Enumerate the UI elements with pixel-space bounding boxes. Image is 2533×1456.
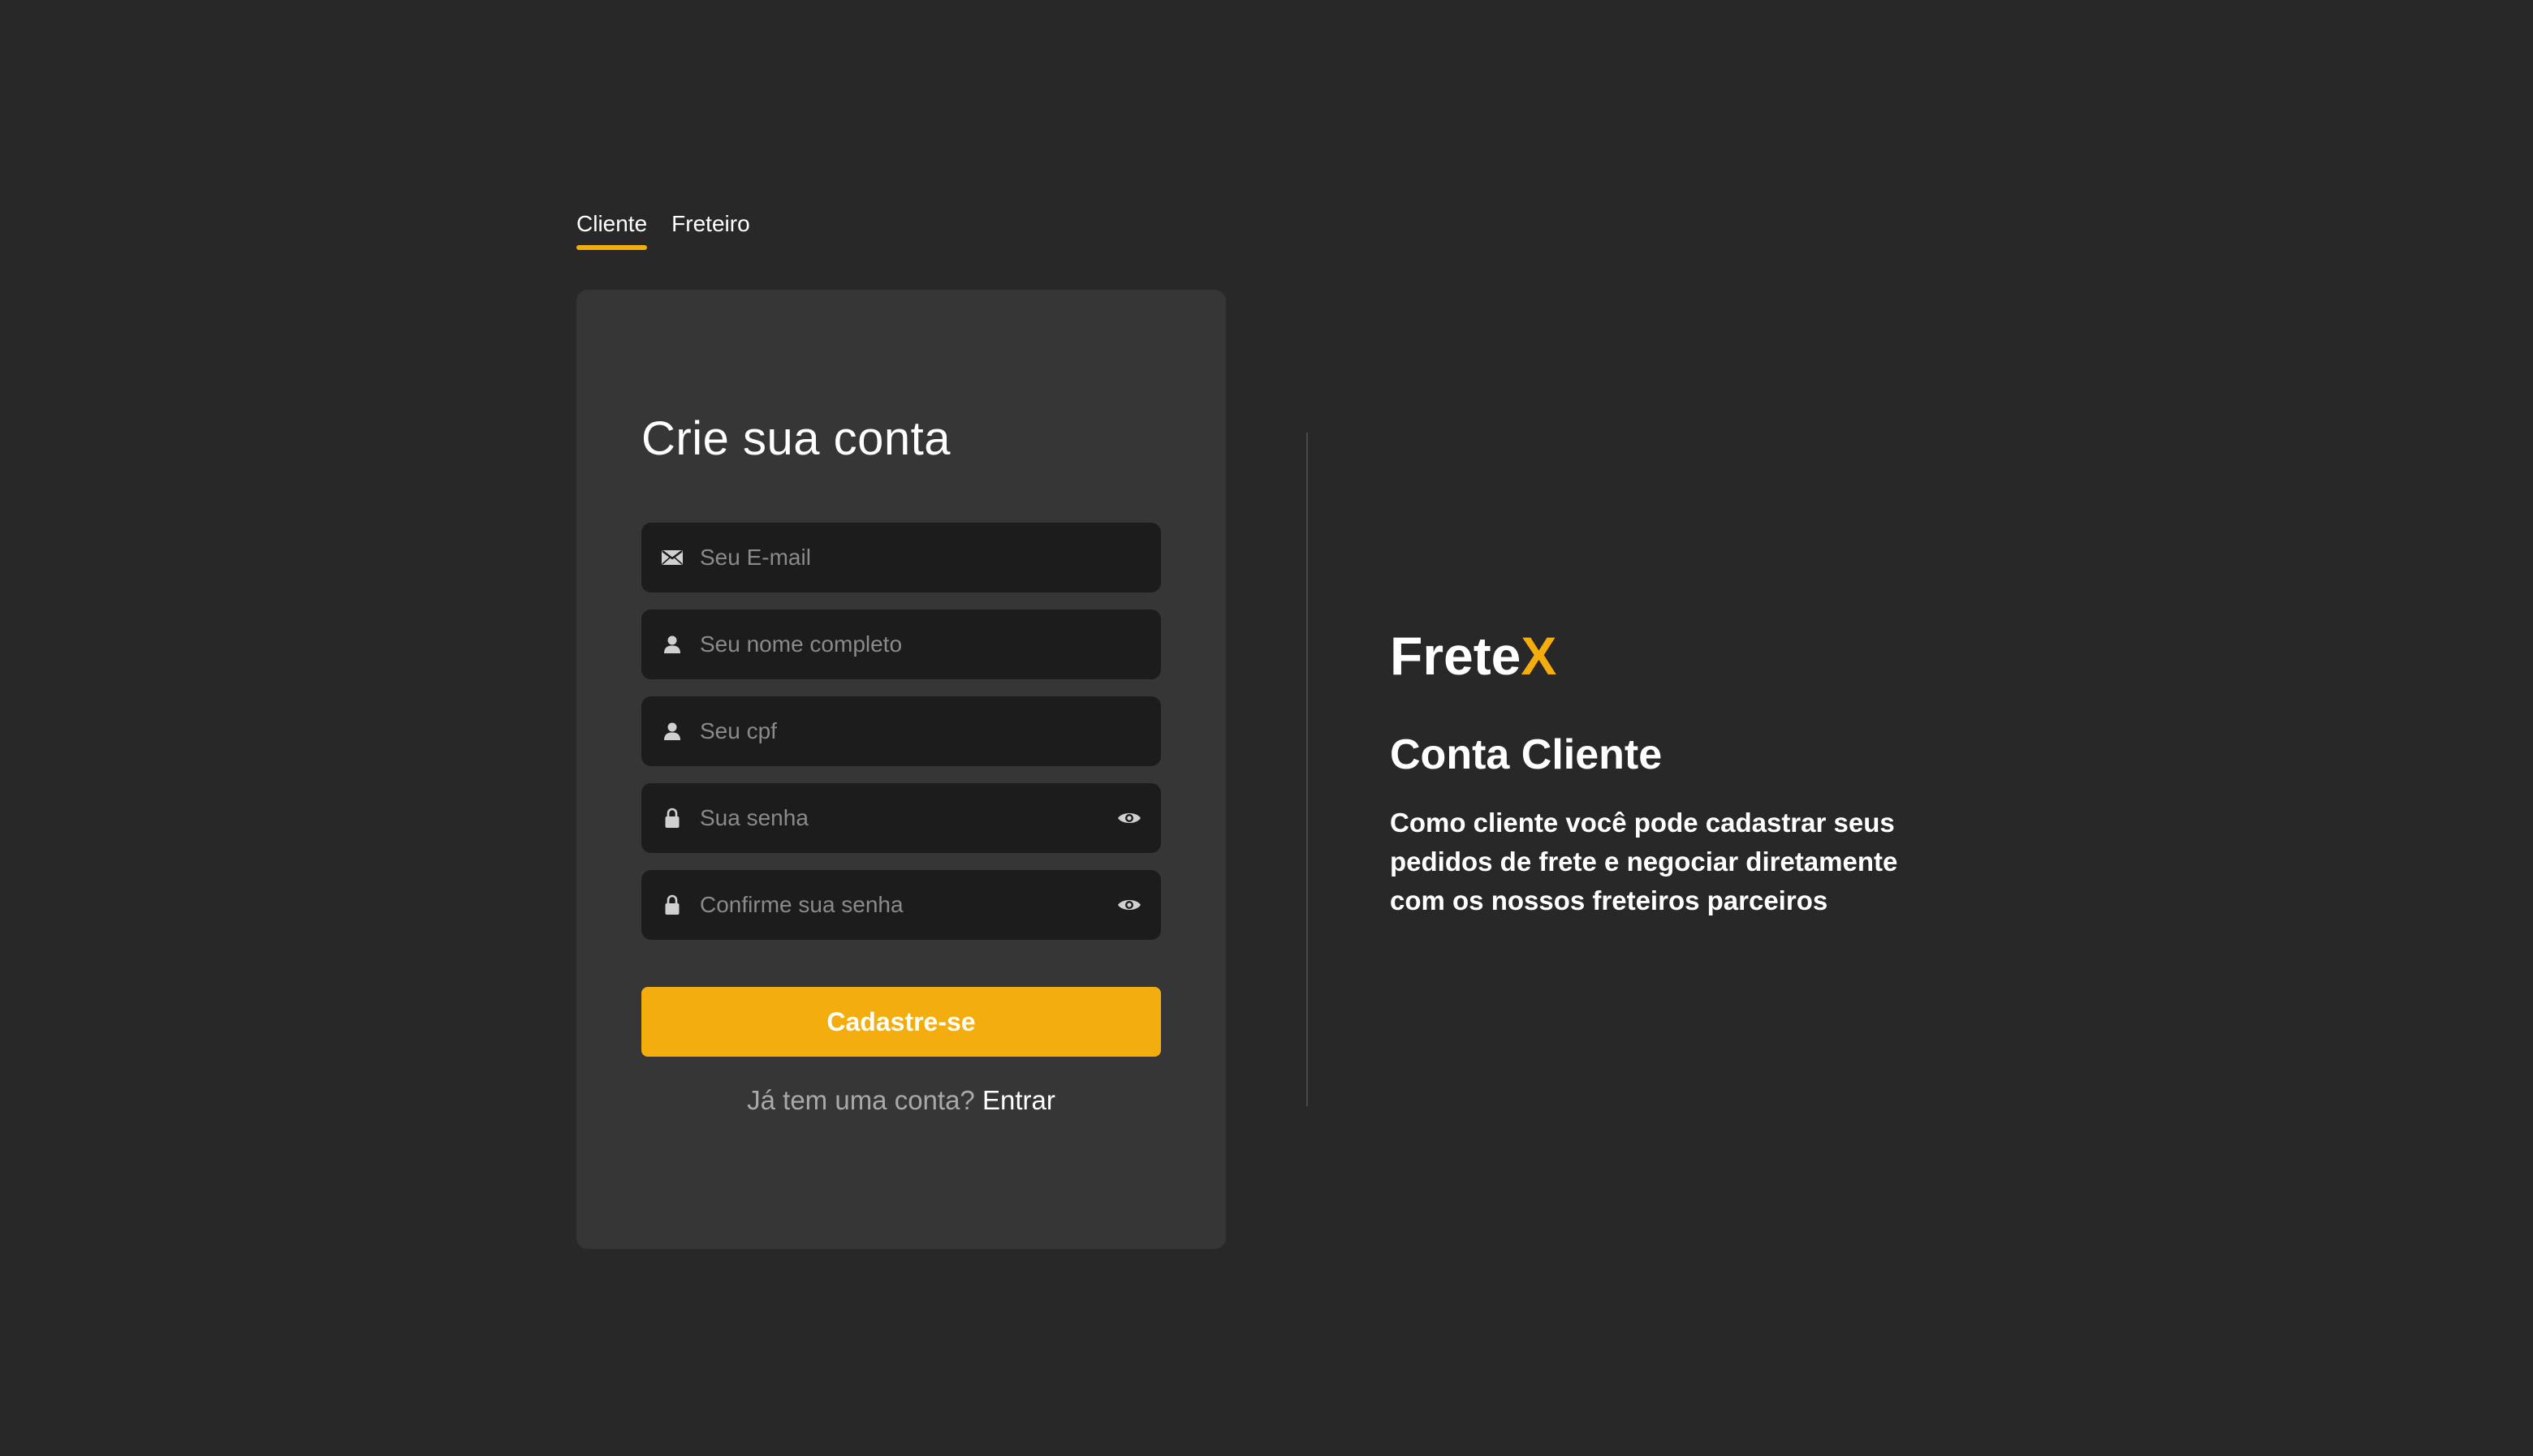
lock-icon — [659, 805, 685, 831]
brand-main: Frete — [1390, 626, 1521, 686]
eye-icon[interactable] — [1115, 804, 1143, 832]
mail-icon — [659, 545, 685, 571]
brand-accent: X — [1521, 626, 1557, 686]
confirm-password-field — [641, 870, 1161, 940]
confirm-password-input[interactable] — [700, 892, 1115, 918]
tab-freteiro[interactable]: Freteiro — [671, 208, 749, 247]
info-description: Como cliente você pode cadastrar seus pe… — [1390, 808, 1898, 915]
signup-button[interactable]: Cadastre-se — [641, 987, 1161, 1057]
password-input[interactable] — [700, 805, 1115, 831]
email-field — [641, 523, 1161, 592]
cpf-field — [641, 696, 1161, 766]
user-icon — [659, 631, 685, 657]
cpf-input[interactable] — [700, 718, 1143, 744]
info-title: Conta Cliente — [1390, 731, 1663, 778]
password-field — [641, 783, 1161, 853]
fullname-input[interactable] — [700, 631, 1143, 657]
user-icon — [659, 718, 685, 744]
lock-icon — [659, 892, 685, 918]
brand-logo: FreteX — [1390, 625, 1556, 687]
fullname-field — [641, 610, 1161, 679]
login-prompt: Já tem uma conta? Entrar — [576, 1085, 1226, 1116]
tab-cliente[interactable]: Cliente — [576, 208, 648, 250]
email-input[interactable] — [700, 545, 1143, 571]
form-title: Crie sua conta — [641, 412, 951, 465]
login-prompt-text: Já tem uma conta? — [747, 1085, 975, 1115]
eye-icon[interactable] — [1115, 891, 1143, 919]
account-type-tabs: Cliente Freteiro — [576, 208, 750, 250]
login-link[interactable]: Entrar — [982, 1085, 1055, 1115]
vertical-divider — [1306, 433, 1308, 1106]
signup-card: Crie sua conta Seu E-mail Seu nome compl… — [576, 290, 1226, 1249]
